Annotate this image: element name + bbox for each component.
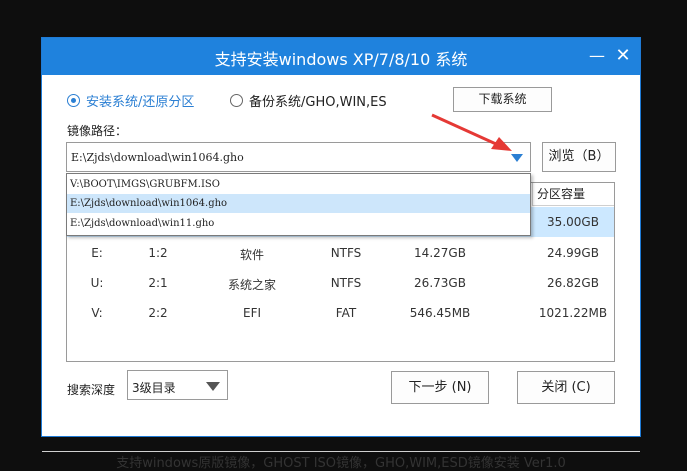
radio-install-label[interactable]: 安装系统/还原分区 [86,91,194,110]
image-path-combobox[interactable]: E:\Zjds\download\win1064.gho [66,142,531,172]
radio-install[interactable] [67,94,80,107]
close-button[interactable]: 关闭 (C) [517,371,615,404]
radio-install-option[interactable]: 安装系统/还原分区 [67,91,194,110]
table-cell: V: [91,306,103,320]
table-cell: 软件 [239,248,264,262]
table-cell: 26.73GB [414,276,466,290]
search-depth-value[interactable]: 3级目录 [132,379,176,396]
table-row[interactable]: E: 1:2 软件 NTFS 14.27GB 24.99GB [67,238,614,268]
image-path-dropdown-list[interactable]: V:\BOOT\IMGS\GRUBFM.ISO E:\Zjds\download… [66,173,531,236]
table-cell: NTFS [330,246,362,260]
radio-backup[interactable] [230,94,243,107]
table-cell: EFI [242,306,262,320]
window-title: 支持安装windows XP/7/8/10 系统 [214,50,468,69]
table-row[interactable]: U: 2:1 系统之家 NTFS 26.73GB 26.82GB [67,268,614,298]
footer-status: 支持windows原版镜像，GHOST ISO镜像，GHO,WIM,ESD镜像安… [42,451,640,471]
table-cell: 24.99GB [547,246,599,260]
dropdown-option[interactable]: E:\Zjds\download\win1064.gho [67,194,530,213]
table-cell: FAT [335,306,357,320]
search-depth-label: 搜索深度 [67,383,116,397]
table-cell: 1:2 [148,246,168,260]
table-row[interactable]: V: 2:2 EFI FAT 546.45MB 1021.22MB [67,298,614,328]
table-cell: 2:1 [148,276,168,290]
table-cell: 35.00GB [547,215,599,229]
download-system-button[interactable]: 下载系统 [453,87,552,112]
table-cell: 26.82GB [547,276,599,290]
table-cell: NTFS [330,276,362,290]
table-cell: U: [90,276,104,290]
table-cell: 1021.22MB [538,306,608,320]
dropdown-arrow-icon[interactable] [511,154,523,162]
browse-button[interactable]: 浏览（B） [542,142,616,172]
table-cell: 2:2 [148,306,168,320]
chevron-down-icon[interactable] [206,382,220,391]
table-cell: 14.27GB [414,246,466,260]
search-depth-select[interactable]: 3级目录 [127,370,228,400]
minimize-icon[interactable]: — [587,46,607,66]
radio-backup-label[interactable]: 备份系统/GHO,WIN,ES [249,91,387,110]
image-path-value[interactable]: E:\Zjds\download\win1064.gho [71,151,244,164]
column-header-capacity[interactable]: 分区容量 [532,183,614,206]
image-path-label: 镜像路径： [67,124,128,138]
radio-backup-option[interactable]: 备份系统/GHO,WIN,ES [230,91,387,110]
title-bar[interactable]: 支持安装windows XP/7/8/10 系统 — ✕ [42,38,640,75]
table-cell: E: [91,246,103,260]
next-button[interactable]: 下一步 (N) [391,371,489,404]
dropdown-option[interactable]: E:\Zjds\download\win11.gho [67,214,530,233]
table-cell: 546.45MB [409,306,471,320]
dropdown-option[interactable]: V:\BOOT\IMGS\GRUBFM.ISO [67,175,530,194]
table-cell: 系统之家 [227,278,276,292]
close-icon[interactable]: ✕ [613,46,633,66]
